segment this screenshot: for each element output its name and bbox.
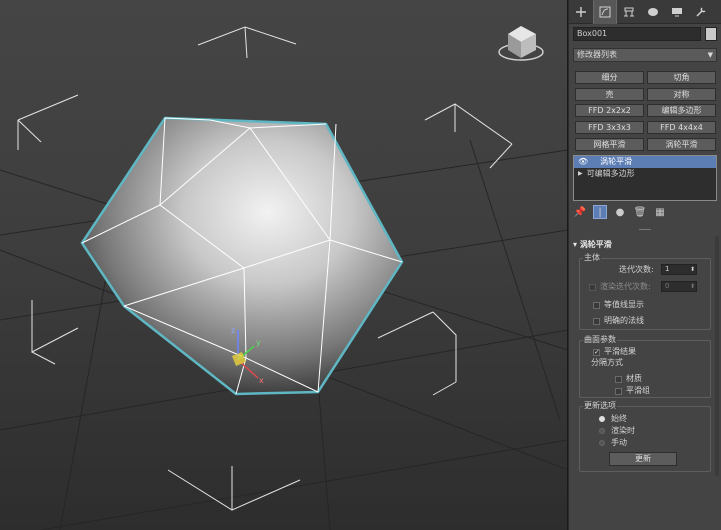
svg-text:y: y	[256, 338, 261, 347]
modifier-button-symmetry[interactable]: 对称	[647, 88, 716, 101]
pin-stack-icon[interactable]: 📌	[573, 205, 587, 219]
manually-radio[interactable]	[599, 440, 605, 446]
rollout-header-turbosmooth[interactable]: ▾ 涡轮平滑	[573, 239, 717, 251]
modifier-button-ffd-3[interactable]: FFD 3x3x3	[575, 121, 644, 134]
chevron-down-icon: ▼	[707, 51, 713, 59]
hierarchy-icon	[624, 7, 634, 17]
stack-toolbar: 📌 | ● 🗑 ▦	[573, 204, 717, 220]
smooth-result-label: 平滑结果	[604, 347, 636, 356]
update-button[interactable]: 更新	[609, 452, 677, 466]
always-label: 始终	[611, 414, 627, 423]
materials-label: 材质	[626, 374, 642, 383]
iterations-label: 迭代次数:	[619, 265, 654, 274]
smooth-result-checkbox[interactable]: ✓	[593, 349, 600, 356]
modifier-button-turbosmooth[interactable]: 涡轮平滑	[647, 138, 716, 151]
svg-text:x: x	[259, 376, 264, 385]
configure-sets-icon[interactable]: ▦	[653, 205, 667, 219]
stack-item-turbosmooth[interactable]: 👁 涡轮平滑	[574, 156, 716, 168]
modifier-button-ffd-4[interactable]: FFD 4x4x4	[647, 121, 716, 134]
command-panel: Box001 修改器列表 ▼ 细分 切角 壳 对称 FFD 2x2x2 编辑多边…	[569, 0, 721, 530]
main-group-label: 主体	[583, 253, 601, 263]
stack-item-label: 可编辑多边形	[586, 169, 635, 178]
panel-divider[interactable]	[569, 226, 721, 232]
stack-item-editable-poly[interactable]: ▶ 可编辑多边形	[574, 168, 716, 180]
svg-text:z: z	[231, 326, 235, 335]
modify-tab[interactable]	[593, 0, 617, 24]
motion-tab[interactable]	[641, 0, 665, 24]
modifier-list-label: 修改器列表	[577, 50, 617, 59]
panel-scrollbar[interactable]	[715, 236, 719, 476]
perspective-viewport[interactable]: z y x	[0, 0, 568, 530]
object-name-field[interactable]: Box001	[573, 27, 701, 41]
surface-group-label: 曲面参数	[583, 335, 617, 345]
modifier-stack: 👁 涡轮平滑 ▶ 可编辑多边形	[573, 155, 717, 201]
create-tab[interactable]	[569, 0, 593, 24]
command-panel-tabs	[569, 0, 721, 24]
render-iters-checkbox[interactable]	[589, 284, 596, 291]
render-iters-label: 渲染迭代次数:	[600, 282, 651, 291]
collapse-arrow-icon: ▾	[573, 240, 578, 249]
modifier-button-edit-poly[interactable]: 编辑多边形	[647, 104, 716, 117]
modifier-button-shell[interactable]: 壳	[575, 88, 644, 101]
utilities-tab[interactable]	[689, 0, 713, 24]
trash-icon[interactable]: 🗑	[633, 205, 647, 219]
modifier-button-subdivide[interactable]: 细分	[575, 71, 644, 84]
always-radio[interactable]	[599, 416, 605, 422]
iterations-value: 1	[665, 265, 670, 273]
show-end-result-icon[interactable]: |	[593, 205, 607, 219]
hierarchy-tab[interactable]	[617, 0, 641, 24]
isoline-label: 等值线显示	[604, 300, 644, 309]
viewport-canvas: z y x	[0, 26, 567, 530]
plus-icon	[576, 7, 586, 17]
spinner-arrows-icon: ⬍	[689, 266, 695, 273]
modifier-button-ffd-2[interactable]: FFD 2x2x2	[575, 104, 644, 117]
display-icon	[672, 8, 682, 17]
smoothing-groups-label: 平滑组	[626, 386, 650, 395]
motion-icon	[648, 8, 658, 16]
viewcube-icon	[498, 26, 544, 61]
rollout-title: 涡轮平滑	[579, 240, 612, 249]
update-group-label: 更新选项	[583, 401, 617, 411]
modify-icon	[599, 6, 611, 18]
eye-icon[interactable]: 👁	[578, 156, 588, 168]
iterations-spinner[interactable]: 1 ⬍	[661, 264, 697, 275]
isoline-checkbox[interactable]	[593, 302, 600, 309]
render-iters-value: 0	[665, 282, 670, 290]
wrench-icon	[696, 7, 706, 17]
materials-checkbox[interactable]	[615, 376, 622, 383]
smoothing-groups-checkbox[interactable]	[615, 388, 622, 395]
make-unique-icon[interactable]: ●	[613, 205, 627, 219]
when-rendering-label: 渲染时	[611, 426, 635, 435]
explicit-normals-label: 明确的法线	[604, 316, 644, 325]
when-rendering-radio[interactable]	[599, 428, 605, 434]
render-iters-spinner[interactable]: 0 ⬍	[661, 281, 697, 292]
spinner-arrows-icon: ⬍	[689, 283, 695, 290]
explicit-normals-checkbox[interactable]	[593, 318, 600, 325]
display-tab[interactable]	[665, 0, 689, 24]
object-color-swatch[interactable]	[705, 27, 717, 41]
modifier-button-meshsmooth[interactable]: 网格平滑	[575, 138, 644, 151]
stack-item-label: 涡轮平滑	[600, 157, 633, 166]
separate-by-label: 分隔方式	[591, 358, 623, 367]
modifier-list-dropdown[interactable]: 修改器列表 ▼	[573, 48, 717, 62]
triangle-right-icon[interactable]: ▶	[578, 168, 583, 180]
modifier-button-chamfer[interactable]: 切角	[647, 71, 716, 84]
manually-label: 手动	[611, 438, 627, 447]
